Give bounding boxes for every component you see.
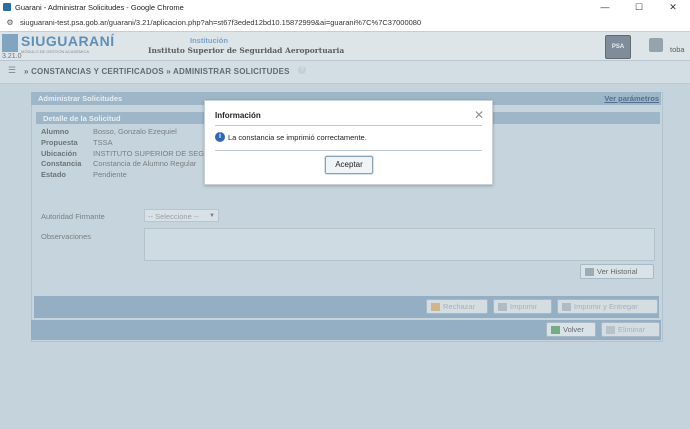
browser-title-bar: Guarani - Administrar Solicitudes - Goog… [0, 0, 690, 15]
maximize-button[interactable]: ☐ [622, 0, 656, 14]
info-dialog: Información ✕ i La constancia se imprimi… [204, 100, 493, 185]
info-icon: i [215, 132, 225, 142]
minimize-button[interactable]: — [588, 0, 622, 14]
dialog-divider-bottom [215, 150, 482, 151]
aceptar-button[interactable]: Aceptar [325, 156, 373, 174]
dialog-title: Información [215, 111, 261, 120]
site-info-icon[interactable]: ⚙ [5, 18, 15, 27]
dialog-message: La constancia se imprimió correctamente. [228, 133, 367, 142]
app-icon [3, 3, 11, 11]
window-controls: — ☐ ✕ [588, 0, 690, 14]
modal-overlay [0, 32, 690, 429]
close-window-button[interactable]: ✕ [656, 0, 690, 14]
window-title: Guarani - Administrar Solicitudes - Goog… [15, 2, 184, 12]
address-bar[interactable]: ⚙ siuguarani-test.psa.gob.ar/guarani/3.2… [0, 14, 690, 32]
close-icon[interactable]: ✕ [474, 108, 484, 122]
url-text[interactable]: siuguarani-test.psa.gob.ar/guarani/3.21/… [20, 18, 421, 27]
dialog-divider [215, 125, 482, 126]
